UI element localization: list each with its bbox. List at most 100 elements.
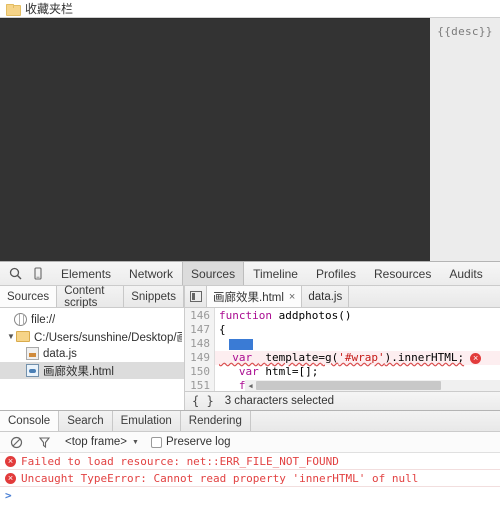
devtools-window: Elements Network Sources Timeline Profil… [0, 262, 500, 520]
tab-elements[interactable]: Elements [52, 262, 120, 285]
subtab-snippets[interactable]: Snippets [124, 286, 184, 307]
globe-icon [14, 313, 27, 326]
code-line-147: { [219, 323, 226, 336]
error-badge-icon[interactable]: × [470, 352, 482, 364]
folder-icon [16, 331, 30, 342]
console-error-row[interactable]: × Failed to load resource: net::ERR_FILE… [0, 453, 500, 470]
subtab-sources[interactable]: Sources [0, 286, 58, 307]
code-token-expr: template= [258, 351, 325, 364]
editor-tab-gallery-html[interactable]: 画廊效果.html × [207, 286, 303, 307]
code-line-149: var template=g('#wrap').innerHTML; × [215, 351, 500, 365]
console-message-list: × Failed to load resource: net::ERR_FILE… [0, 453, 500, 520]
console-error-text: Uncaught TypeError: Cannot read property… [21, 472, 419, 485]
selection-highlight [229, 338, 253, 350]
gallery-dark-area [0, 18, 430, 261]
code-token-member: ).innerHTML; [384, 351, 465, 364]
close-icon[interactable]: × [289, 291, 295, 303]
panel-toggle-icon[interactable] [185, 286, 207, 307]
gallery-desc-panel: {{desc}} [430, 18, 500, 261]
devtools-toolbar: Elements Network Sources Timeline Profil… [0, 262, 500, 286]
tab-timeline[interactable]: Timeline [244, 262, 307, 285]
line-number-gutter: 146 147 148 149 150 151 152 [185, 308, 215, 391]
line-number: 147 [190, 323, 210, 336]
sources-panel: Sources Content scripts Snippets file://… [0, 285, 500, 410]
execution-context-selector[interactable]: <top frame> ▼ [65, 436, 139, 448]
code-token-string: '#wrap' [338, 351, 385, 364]
tab-sources[interactable]: Sources [182, 262, 245, 285]
navigator-pane: Sources Content scripts Snippets file://… [0, 285, 185, 410]
drawer-tab-search[interactable]: Search [59, 411, 113, 431]
desc-template-token: {{desc}} [437, 25, 493, 38]
drawer-tab-emulation[interactable]: Emulation [113, 411, 181, 431]
drawer-tab-console[interactable]: Console [0, 411, 60, 431]
html-file-icon [26, 364, 39, 377]
editor-status-bar: { } 3 characters selected [185, 391, 500, 410]
device-toggle-icon[interactable] [26, 263, 48, 285]
tab-profiles[interactable]: Profiles [307, 262, 365, 285]
filter-icon[interactable] [33, 431, 55, 453]
code-token-name: addphotos() [271, 309, 352, 322]
execution-context-label: <top frame> [65, 436, 128, 448]
drawer-tab-strip: Console Search Emulation Rendering [0, 411, 500, 432]
scrollbar-thumb[interactable] [256, 381, 441, 390]
console-error-text: Failed to load resource: net::ERR_FILE_N… [21, 455, 339, 468]
error-icon: × [5, 473, 16, 484]
tab-audits[interactable]: Audits [440, 262, 491, 285]
editor-tab-label: data.js [308, 290, 343, 303]
clear-console-icon[interactable] [5, 431, 27, 453]
console-toolbar: <top frame> ▼ Preserve log [0, 432, 500, 453]
editor-horizontal-scrollbar[interactable]: ◀ [245, 380, 500, 391]
code-line-150: var html=[]; [215, 365, 500, 379]
js-file-icon [26, 347, 39, 360]
tree-item-label: file:// [31, 313, 56, 326]
code-lines[interactable]: function addphotos() { var template=g('#… [215, 308, 500, 391]
bookmarks-bar: 收藏夹栏 [0, 0, 500, 18]
navigator-subtabs: Sources Content scripts Snippets [0, 285, 184, 309]
editor-tab-data-js[interactable]: data.js [302, 286, 350, 307]
file-tree: file:// ▼ C:/Users/sunshine/Desktop/画廊效 … [0, 308, 184, 410]
tree-item-file-origin[interactable]: file:// [0, 311, 184, 328]
subtab-content-scripts[interactable]: Content scripts [57, 285, 125, 309]
preserve-log-checkbox[interactable] [150, 436, 162, 448]
selection-status-text: 3 characters selected [224, 395, 334, 407]
pretty-print-icon[interactable]: { } [189, 394, 217, 408]
code-line-146: function addphotos() [215, 309, 500, 323]
drawer-tab-rendering[interactable]: Rendering [181, 411, 251, 431]
console-error-row[interactable]: × Uncaught TypeError: Cannot read proper… [0, 470, 500, 487]
line-number: 146 [190, 309, 210, 322]
tree-item-folder[interactable]: ▼ C:/Users/sunshine/Desktop/画廊效 [0, 328, 184, 345]
console-prompt[interactable]: > [0, 487, 500, 504]
tab-console[interactable]: Console [492, 262, 500, 285]
code-token-expr: html=[]; [258, 365, 319, 378]
search-icon[interactable] [4, 263, 26, 285]
tree-item-gallery-html[interactable]: 画廊效果.html [0, 362, 184, 379]
devtools-drawer: Console Search Emulation Rendering <top … [0, 410, 500, 520]
bookmark-folder-label[interactable]: 收藏夹栏 [25, 0, 73, 17]
line-number: 150 [190, 365, 210, 378]
code-token-call: g( [324, 351, 339, 364]
tree-item-label: data.js [43, 347, 77, 360]
editor-pane: 画廊效果.html × data.js 146 147 148 149 150 … [185, 286, 500, 410]
code-token-keyword: function [219, 309, 272, 322]
error-icon: × [5, 456, 16, 467]
scroll-left-arrow-icon[interactable]: ◀ [245, 382, 256, 390]
code-token-keyword: var [219, 365, 259, 378]
line-number: 151 [190, 379, 210, 391]
tab-network[interactable]: Network [120, 262, 182, 285]
tree-item-label: 画廊效果.html [43, 365, 114, 378]
code-token-keyword: var [219, 351, 259, 364]
chevron-down-icon: ▼ [132, 438, 139, 446]
line-number: 148 [190, 337, 210, 350]
line-number: 149 [190, 351, 210, 364]
editor-tab-strip: 画廊效果.html × data.js [185, 286, 500, 308]
tree-item-label: C:/Users/sunshine/Desktop/画廊效 [34, 331, 182, 344]
page-viewport: {{desc}} [0, 18, 500, 262]
tab-resources[interactable]: Resources [365, 262, 440, 285]
code-editor[interactable]: 146 147 148 149 150 151 152 function add… [185, 308, 500, 391]
tree-twisty-expanded[interactable]: ▼ [6, 332, 16, 341]
prompt-caret-icon: > [5, 489, 12, 502]
preserve-log-label: Preserve log [165, 436, 231, 448]
folder-icon [6, 3, 21, 16]
preserve-log-toggle[interactable]: Preserve log [150, 436, 231, 448]
tree-item-data-js[interactable]: data.js [0, 345, 184, 362]
